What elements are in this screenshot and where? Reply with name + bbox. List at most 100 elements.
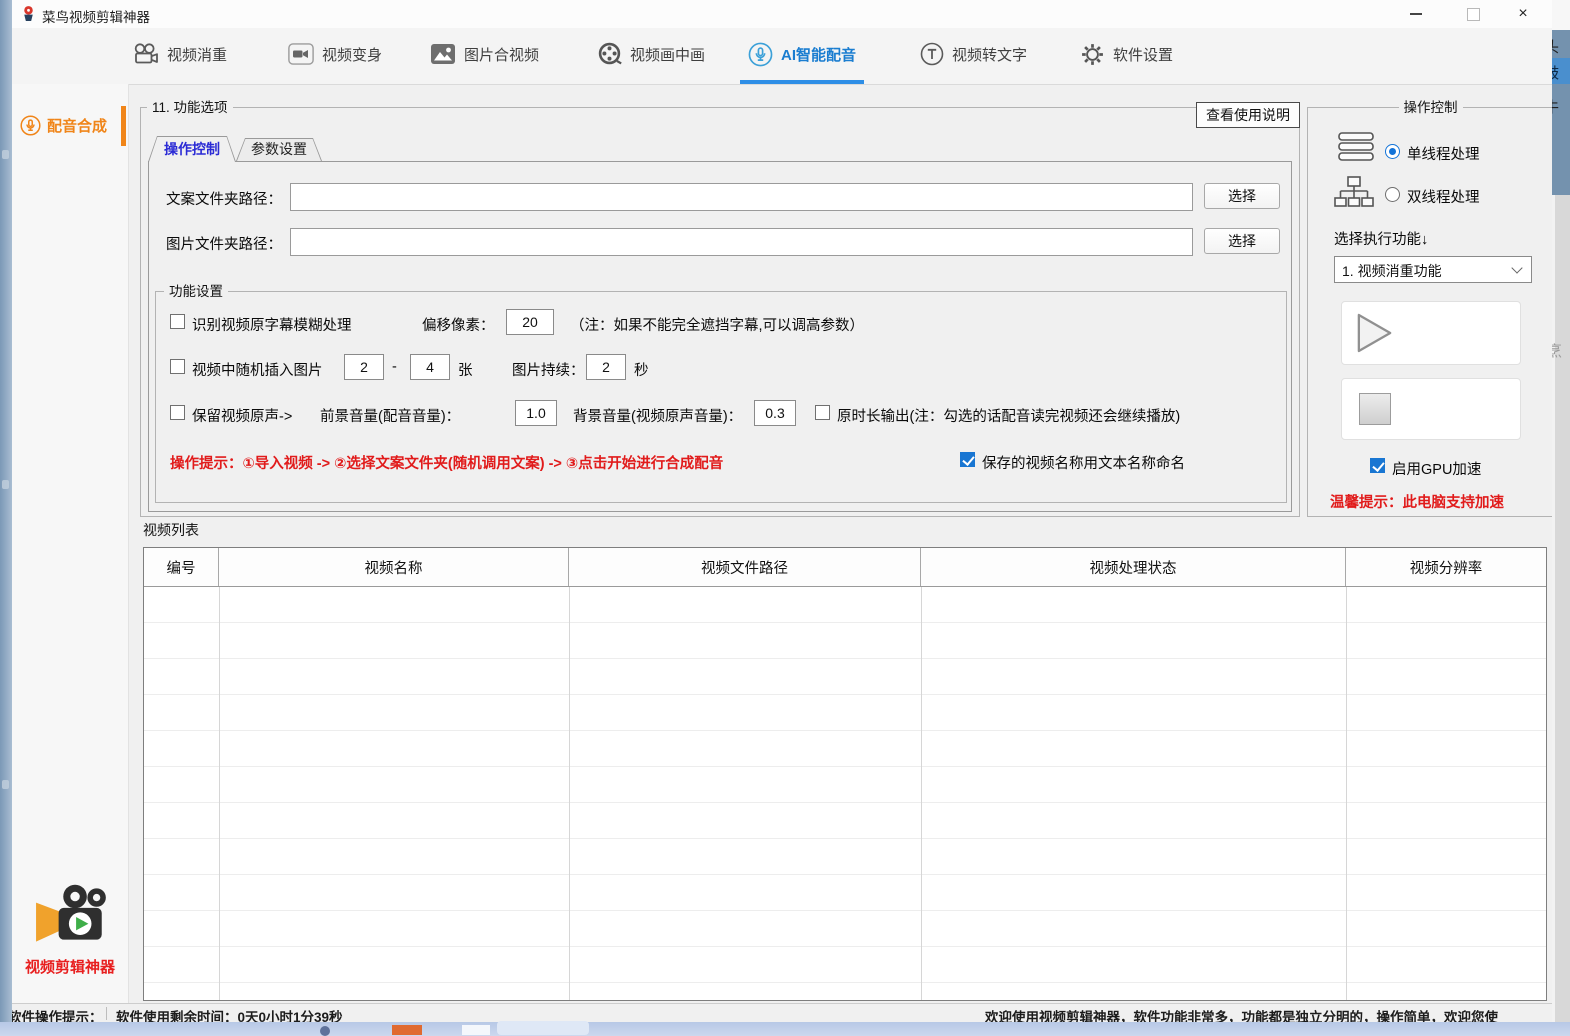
insert-max-input[interactable]: 4 xyxy=(410,354,450,380)
gpu-acceleration-checkbox[interactable] xyxy=(1370,458,1385,473)
image-duration-label: 图片持续： xyxy=(512,359,585,380)
stop-icon xyxy=(1359,393,1391,425)
background-window-left-edge xyxy=(0,0,12,1022)
background-window-right-edge: 头 鼓 牛 烹 xyxy=(1552,0,1570,1022)
foreground-volume-input[interactable]: 1.0 xyxy=(515,400,557,426)
offset-pixels-input[interactable]: 20 xyxy=(506,309,554,335)
nav-tab-label: 图片合视频 xyxy=(464,44,539,65)
microphone-icon xyxy=(20,115,41,136)
nav-tab-label: AI智能配音 xyxy=(781,44,856,65)
copy-folder-label: 文案文件夹路径： xyxy=(166,188,282,209)
nav-tab-image-to-video[interactable]: 图片合视频 xyxy=(422,28,547,80)
app-logo-icon xyxy=(20,5,37,22)
image-duration-input[interactable]: 2 xyxy=(586,354,626,380)
operation-control-groupbox: 操作控制 单线程处理 双线程处理 xyxy=(1307,107,1554,517)
taskbar-icon xyxy=(392,1025,422,1035)
tab-parameter-settings[interactable]: 参数设置 xyxy=(236,138,322,161)
nav-tab-picture-in-picture[interactable]: 视频画中画 xyxy=(590,28,713,80)
movie-camera-icon xyxy=(133,43,159,65)
minimize-icon xyxy=(1410,13,1422,15)
video-list-table: 编号 视频名称 视频文件路径 视频处理状态 视频分辨率 xyxy=(143,547,1547,1001)
start-button[interactable] xyxy=(1341,301,1521,365)
select-function-label: 选择执行功能↓ xyxy=(1334,228,1428,249)
status-separator xyxy=(106,1007,107,1020)
keep-original-audio-checkbox[interactable] xyxy=(170,405,185,420)
remaining-time-text: 软件使用剩余时间：0天0小时1分39秒 xyxy=(116,1006,343,1023)
column-header-index[interactable]: 编号 xyxy=(144,548,219,586)
view-instructions-button[interactable]: 查看使用说明 xyxy=(1196,102,1300,128)
nav-tab-video-dedup[interactable]: 视频消重 xyxy=(125,28,235,80)
table-body-empty xyxy=(144,587,1546,1000)
sidebar-item-label: 配音合成 xyxy=(47,115,107,136)
image-folder-path-input[interactable] xyxy=(290,228,1193,256)
microphone-icon xyxy=(748,42,773,67)
app-window: 菜鸟视频剪辑神器 × 视频消重 xyxy=(12,0,1552,1003)
maximize-button[interactable] xyxy=(1456,0,1490,28)
welcome-text: 欢迎使用视频剪辑神器，软件功能非常多，功能都是独立分明的，操作简单，欢迎您使 xyxy=(985,1006,1498,1023)
column-header-resolution[interactable]: 视频分辨率 xyxy=(1346,548,1546,586)
background-volume-label: 背景音量(视频原声音量)： xyxy=(573,405,742,426)
close-icon: × xyxy=(1518,0,1527,28)
nav-tab-video-transform[interactable]: 视频变身 xyxy=(280,28,390,80)
taskbar-sliver xyxy=(0,1022,1570,1036)
column-header-file-path[interactable]: 视频文件路径 xyxy=(569,548,921,586)
nav-tab-ai-dubbing[interactable]: AI智能配音 xyxy=(740,28,864,84)
minimize-button[interactable] xyxy=(1399,0,1433,28)
function-dropdown[interactable]: 1. 视频消重功能 xyxy=(1334,256,1532,283)
column-header-video-name[interactable]: 视频名称 xyxy=(219,548,569,586)
column-divider xyxy=(219,587,220,1000)
copy-folder-path-input[interactable] xyxy=(290,183,1193,211)
nav-tab-video-to-text[interactable]: 视频转文字 xyxy=(912,28,1035,80)
random-insert-images-label: 视频中随机插入图片 xyxy=(192,359,323,380)
sidebar-item-dubbing-synthesis[interactable]: 配音合成 xyxy=(20,104,120,146)
video-camera-icon xyxy=(288,43,314,65)
control-panel-title: 操作控制 xyxy=(1399,99,1463,117)
offset-pixels-label: 偏移像素： xyxy=(422,314,495,335)
dual-thread-radio[interactable] xyxy=(1385,187,1400,202)
chevron-down-icon xyxy=(1511,262,1522,273)
column-divider xyxy=(1346,587,1347,1000)
nav-tab-label: 视频转文字 xyxy=(952,44,1027,65)
picture-icon xyxy=(430,43,456,65)
taskbar-icon xyxy=(320,1026,330,1036)
insert-min-input[interactable]: 2 xyxy=(344,354,384,380)
image-folder-label: 图片文件夹路径： xyxy=(166,233,282,254)
single-thread-icon xyxy=(1338,132,1374,162)
nav-tab-label: 视频消重 xyxy=(167,44,227,65)
single-thread-radio[interactable] xyxy=(1385,144,1400,159)
edge-artifact xyxy=(2,150,9,159)
save-name-label: 保存的视频名称用文本名称命名 xyxy=(982,452,1185,473)
table-header-row: 编号 视频名称 视频文件路径 视频处理状态 视频分辨率 xyxy=(144,548,1546,587)
edge-artifact: 烹 xyxy=(1552,195,1570,1022)
nav-tab-label: 软件设置 xyxy=(1113,44,1173,65)
play-icon xyxy=(1356,311,1394,355)
close-button[interactable]: × xyxy=(1506,0,1540,28)
edge-artifact: 头 鼓 牛 xyxy=(1552,30,1570,195)
nav-tab-settings[interactable]: 软件设置 xyxy=(1072,28,1181,80)
image-folder-select-button[interactable]: 选择 xyxy=(1204,228,1280,254)
edge-artifact xyxy=(2,780,9,789)
sidebar: 配音合成 视频剪辑神器 xyxy=(12,84,129,1003)
gpu-tip: 温馨提示：此电脑支持加速 xyxy=(1330,491,1504,512)
tab-operation-control[interactable]: 操作控制 xyxy=(148,136,236,162)
active-indicator xyxy=(121,106,126,146)
background-volume-input[interactable]: 0.3 xyxy=(754,400,796,426)
film-reel-icon xyxy=(598,42,622,66)
function-settings-groupbox: 功能设置 识别视频原字幕模糊处理 偏移像素： 20 （注：如果不能完全遮挡字幕,… xyxy=(155,291,1287,503)
logo-caption: 视频剪辑神器 xyxy=(12,956,128,977)
edge-artifact xyxy=(1552,0,1570,30)
window-title: 菜鸟视频剪辑神器 xyxy=(42,6,150,26)
original-duration-checkbox[interactable] xyxy=(815,405,830,420)
save-name-checkbox[interactable] xyxy=(960,452,975,467)
maximize-icon xyxy=(1467,8,1480,21)
video-camera-logo xyxy=(34,882,112,948)
blur-subtitles-checkbox[interactable] xyxy=(170,314,185,329)
column-header-status[interactable]: 视频处理状态 xyxy=(921,548,1346,586)
random-insert-images-checkbox[interactable] xyxy=(170,359,185,374)
status-left-label: 软件操作提示： xyxy=(8,1006,103,1023)
duration-unit-label: 秒 xyxy=(634,359,649,380)
stop-button[interactable] xyxy=(1341,378,1521,440)
letter-t-icon xyxy=(920,42,944,66)
screen: 头 鼓 牛 烹 菜鸟视频剪辑神器 × xyxy=(0,0,1570,1036)
copy-folder-select-button[interactable]: 选择 xyxy=(1204,183,1280,209)
